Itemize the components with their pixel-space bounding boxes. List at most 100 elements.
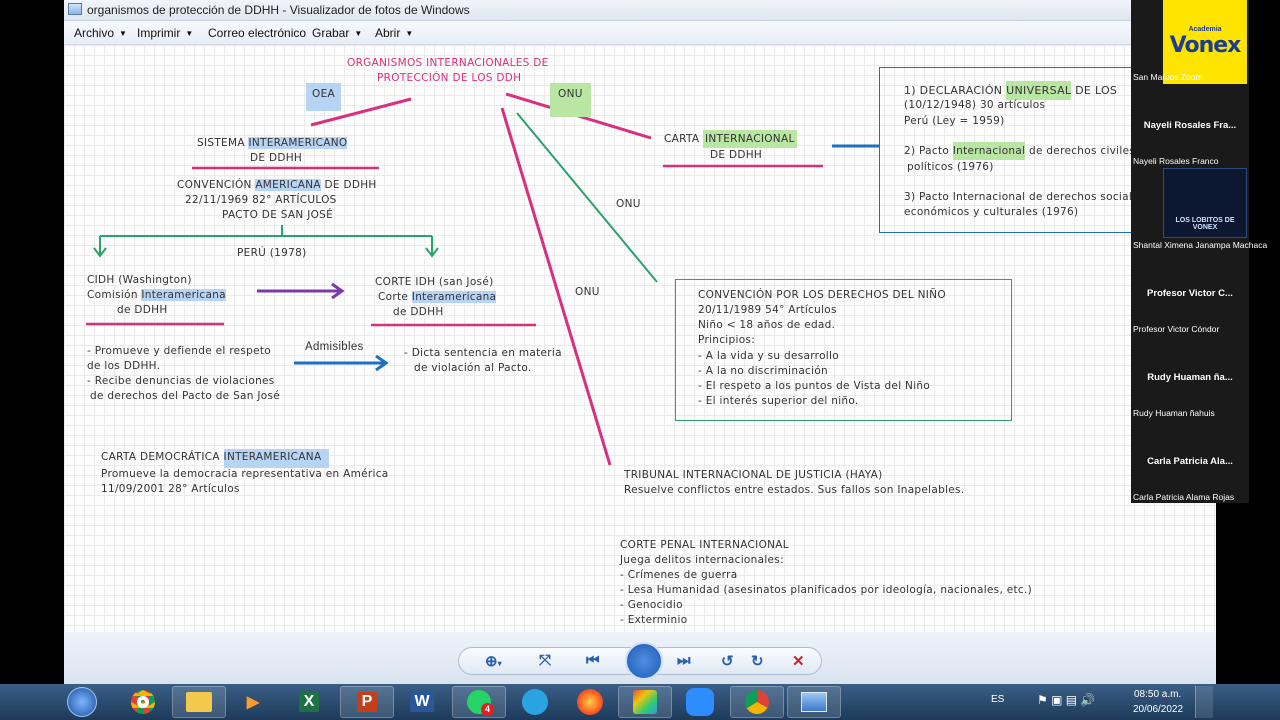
cidh-func-2: de los DDHH. xyxy=(87,360,161,372)
cidh-line-1: CIDH (Washington) xyxy=(87,274,192,286)
carta-dem-line-2: Promueve la democracia representativa en… xyxy=(101,468,389,480)
telegram-icon[interactable] xyxy=(508,686,562,718)
list-item-3: 3) Pacto Internacional de derechos socia… xyxy=(904,191,1145,203)
onu-label-low: ONU xyxy=(575,286,600,298)
rotate-left-icon[interactable]: ↺ xyxy=(721,652,734,670)
carta-dem-line-1: CARTA DEMOCRÁTICA INTERAMERICANA xyxy=(101,449,330,468)
clock-time[interactable]: 08:50 a.m. xyxy=(1134,689,1181,700)
list-item-1-peru: Perú (Ley = 1959) xyxy=(904,115,1005,127)
menu-bar: Archivo ▼ Imprimir ▼ Correo electrónico Gr… xyxy=(64,21,1216,45)
cidh-line-3: de DDHH xyxy=(117,304,168,316)
carta-int-line-1: CARTA INTERNACIONAL xyxy=(664,130,797,148)
nino-item-2: - A la no discriminación xyxy=(698,365,829,377)
start-orb-icon[interactable] xyxy=(62,686,102,718)
delete-icon[interactable]: ✕ xyxy=(792,652,805,670)
list-item-1: 1) DECLARACIÓN UNIVERSAL DE LOS xyxy=(904,81,1117,100)
participant-tile-title[interactable]: Rudy Huaman ña... xyxy=(1131,372,1249,383)
excel-icon[interactable]: X xyxy=(282,686,336,718)
participant-tile-title[interactable]: Carla Patricia Ala... xyxy=(1131,456,1249,467)
main-title-line-1: ORGANISMOS INTERNACIONALES DE xyxy=(347,57,549,69)
photo-viewer-window: organismos de protección de DDHH - Visua… xyxy=(64,0,1216,684)
previous-icon[interactable]: ⏮ xyxy=(586,652,600,669)
tij-desc: Resuelve conflictos entre estados. Sus f… xyxy=(624,484,965,496)
zoom-app-icon[interactable] xyxy=(673,686,727,718)
participant-name: Nayeli Rosales Franco xyxy=(1133,156,1219,166)
nino-date: 20/11/1989 54° Artículos xyxy=(698,304,837,316)
corte-line-2: Corte Interamericana xyxy=(378,291,497,303)
word-icon[interactable]: W xyxy=(395,686,449,718)
nino-item-4: - El interés superior del niño. xyxy=(698,395,859,407)
carta-dem-line-3: 11/09/2001 28° Artículos xyxy=(101,483,240,495)
cpi-item-3: - Genocidio xyxy=(620,599,683,611)
participants-panel: Academia Vonex San Marcos Zoom Nayeli Ro… xyxy=(1131,0,1267,503)
menu-archivo[interactable]: Archivo ▼ xyxy=(74,26,127,40)
onu-label-top: ONU xyxy=(550,83,591,117)
participant-name: Rudy Huaman ñahuis xyxy=(1133,408,1215,418)
file-explorer-icon[interactable] xyxy=(172,686,226,718)
show-desktop-button[interactable] xyxy=(1195,686,1213,718)
list-item-3-cont: económicos y culturales (1976) xyxy=(904,206,1079,218)
tray-icons[interactable]: ⚑ ▣ ▤ 🔊 xyxy=(1037,693,1095,707)
zoom-icon[interactable]: ⊕▾ xyxy=(485,652,502,670)
list-item-2: 2) Pacto Internacional de derechos civil… xyxy=(904,142,1135,160)
participant-avatar: LOS LOBITOS DE VONEX xyxy=(1163,168,1247,238)
viewer-controls: ⊕▾ ⤧ ⏮ ⏭ ↺ ↻ ✕ xyxy=(458,642,822,680)
participant-name: San Marcos Zoom xyxy=(1133,72,1203,82)
photo-viewer-icon xyxy=(68,3,82,15)
media-player-icon[interactable]: ▶ xyxy=(226,686,280,718)
sistema-line-1: SISTEMA INTERAMERICANO xyxy=(197,137,348,149)
convencion-line-3: PACTO DE SAN JOSÉ xyxy=(222,209,334,221)
menu-imprimir[interactable]: Imprimir ▼ xyxy=(137,26,193,40)
language-indicator[interactable]: ES xyxy=(991,694,1004,705)
tij-title: TRIBUNAL INTERNACIONAL DE JUSTICIA (HAYA… xyxy=(624,469,883,481)
list-item-2-cont: políticos (1976) xyxy=(907,161,994,173)
peru-label: PERÚ (1978) xyxy=(237,247,307,259)
nino-item-1: - A la vida y su desarrollo xyxy=(698,350,839,362)
convencion-line-2: 22/11/1969 82° ARTÍCULOS xyxy=(185,194,337,206)
whatsapp-badge: 4 xyxy=(481,703,494,716)
cidh-func-4: de derechos del Pacto de San José xyxy=(90,390,281,402)
clock-date[interactable]: 20/06/2022 xyxy=(1133,704,1183,715)
title-bar: organismos de protección de DDHH - Visua… xyxy=(64,0,1216,21)
nino-principios: Principios: xyxy=(698,334,756,346)
participant-name: Profesor Victor Cóndor xyxy=(1133,324,1220,334)
cpi-item-2: - Lesa Humanidad (asesinatos planificado… xyxy=(620,584,1033,596)
participant-tile-title[interactable]: Profesor Victor C... xyxy=(1131,288,1249,299)
chevron-down-icon: ▼ xyxy=(185,29,194,38)
rotate-right-icon[interactable]: ↻ xyxy=(751,652,764,670)
nino-title: CONVENCIÓN POR LOS DERECHOS DEL NIÑO xyxy=(698,289,946,301)
chevron-down-icon: ▼ xyxy=(405,29,414,38)
taskbar: ▶ X P W 4 ES ⚑ ▣ ▤ 🔊 08:50 a.m. 20/06/20… xyxy=(0,684,1280,720)
nino-item-3: - El respeto a los puntos de Vista del N… xyxy=(698,380,931,392)
cidh-func-3: - Recibe denuncias de violaciones xyxy=(87,375,275,387)
whatsapp-icon[interactable]: 4 xyxy=(452,686,506,718)
chevron-down-icon: ▼ xyxy=(354,29,363,38)
participant-tile-title[interactable]: Nayeli Rosales Fra... xyxy=(1131,120,1249,131)
menu-grabar[interactable]: Grabar ▼ xyxy=(312,26,362,40)
menu-correo[interactable]: Correo electrónico xyxy=(208,26,306,40)
slideshow-button[interactable] xyxy=(625,642,663,680)
cidh-func-1: - Promueve y defiende el respeto xyxy=(87,345,272,357)
onu-label-mid: ONU xyxy=(616,198,641,210)
corte-func-1: - Dicta sentencia en materia xyxy=(404,347,562,359)
carta-int-line-2: DE DDHH xyxy=(710,149,763,161)
fit-window-icon[interactable]: ⤧ xyxy=(539,652,551,669)
firefox-icon[interactable] xyxy=(563,686,617,718)
corte-line-1: CORTE IDH (san José) xyxy=(375,276,494,288)
powerpoint-icon[interactable]: P xyxy=(340,686,394,718)
main-title-line-2: PROTECCIÓN DE LOS DDH xyxy=(377,72,522,84)
nino-age: Niño < 18 años de edad. xyxy=(698,319,836,331)
cpi-desc: Juega delitos internacionales: xyxy=(620,554,784,566)
participant-name: Carla Patricia Alama Rojas xyxy=(1133,492,1235,502)
photo-viewer-task-icon[interactable] xyxy=(787,686,841,718)
viewer-toolbar: ⊕▾ ⤧ ⏮ ⏭ ↺ ↻ ✕ xyxy=(64,632,1216,684)
chevron-down-icon: ▼ xyxy=(119,29,127,38)
chrome-icon-2[interactable] xyxy=(730,686,784,718)
paint-icon[interactable] xyxy=(618,686,672,718)
cpi-item-1: - Crímenes de guerra xyxy=(620,569,738,581)
sistema-line-2: DE DDHH xyxy=(250,152,303,164)
next-icon[interactable]: ⏭ xyxy=(677,652,691,669)
menu-abrir[interactable]: Abrir ▼ xyxy=(375,26,413,40)
admisibles-label: Admisibles xyxy=(305,341,364,353)
chrome-icon[interactable] xyxy=(116,686,170,718)
